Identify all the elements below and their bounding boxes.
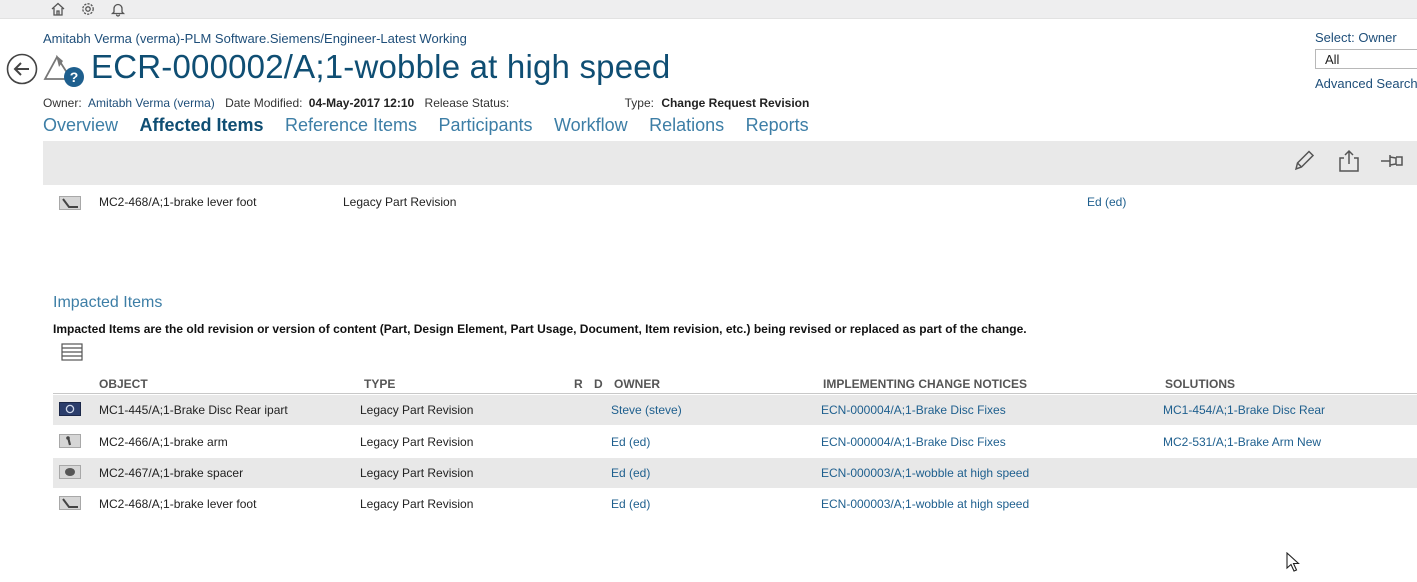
pin-icon[interactable] [1380,149,1406,173]
row-notice[interactable]: ECN-000003/A;1-wobble at high speed [821,466,1029,480]
home-icon[interactable] [50,1,66,17]
type-label: Type: [624,96,654,110]
affected-object[interactable]: MC2-468/A;1-brake lever foot [99,195,256,209]
gear-icon[interactable] [80,1,96,17]
col-solutions[interactable]: SOLUTIONS [1165,377,1235,391]
row-notice[interactable]: ECN-000003/A;1-wobble at high speed [821,497,1029,511]
affected-item-row[interactable]: MC2-468/A;1-brake lever foot Legacy Part… [59,195,1417,213]
svg-text:?: ? [70,69,79,85]
row-solution[interactable]: MC2-531/A;1-Brake Arm New [1163,435,1321,449]
row-owner[interactable]: Steve (steve) [611,403,682,417]
impacted-items-title: Impacted Items [53,294,163,311]
tab-bar: Overview Affected Items Reference Items … [43,115,826,136]
lever-icon [59,496,81,513]
table-row[interactable]: MC2-467/A;1-brake spacer Legacy Part Rev… [53,458,1417,488]
affected-owner[interactable]: Ed (ed) [1087,195,1126,209]
row-object[interactable]: MC2-467/A;1-brake spacer [99,466,243,480]
row-owner[interactable]: Ed (ed) [611,435,650,449]
tab-affected-items[interactable]: Affected Items [139,115,263,136]
back-arrow-icon [6,53,38,85]
row-solution[interactable]: MC1-454/A;1-Brake Disc Rear [1163,403,1325,417]
tab-relations[interactable]: Relations [649,115,724,136]
tab-workflow[interactable]: Workflow [554,115,628,136]
context-breadcrumb[interactable]: Amitabh Verma (verma)-PLM Software.Sieme… [43,31,467,46]
list-view-icon[interactable] [61,343,83,361]
change-request-icon: ? [43,49,87,89]
row-type: Legacy Part Revision [360,403,474,417]
spacer-icon [59,465,81,482]
owner-label: Owner: [43,96,82,110]
edit-icon[interactable] [1291,149,1317,173]
row-owner[interactable]: Ed (ed) [611,466,650,480]
tab-overview[interactable]: Overview [43,115,118,136]
table-row[interactable]: MC2-466/A;1-brake arm Legacy Part Revisi… [53,427,1417,457]
col-r[interactable]: R [574,377,583,391]
date-modified-label: Date Modified: [225,96,303,110]
bell-icon[interactable] [110,1,126,17]
owner-select[interactable]: All [1315,49,1417,69]
table-header: OBJECT TYPE R D OWNER IMPLEMENTING CHANG… [53,376,1417,394]
col-notices[interactable]: IMPLEMENTING CHANGE NOTICES [823,377,1027,391]
owner-link[interactable]: Amitabh Verma (verma) [88,96,215,110]
page-title: ECR-000002/A;1-wobble at high speed [91,48,671,85]
row-owner[interactable]: Ed (ed) [611,497,650,511]
tab-reports[interactable]: Reports [746,115,809,136]
row-object[interactable]: MC2-468/A;1-brake lever foot [99,497,256,511]
tab-reference-items[interactable]: Reference Items [285,115,417,136]
impacted-items-description: Impacted Items are the old revision or v… [53,322,1027,336]
affected-type: Legacy Part Revision [343,195,457,209]
advanced-search-link[interactable]: Advanced Search [1315,76,1417,91]
row-type: Legacy Part Revision [360,497,474,511]
col-d[interactable]: D [594,377,603,391]
command-toolbar [43,141,1417,185]
col-object[interactable]: OBJECT [99,377,148,391]
row-type: Legacy Part Revision [360,466,474,480]
release-status-label: Release Status: [424,96,510,110]
row-object[interactable]: MC2-466/A;1-brake arm [99,435,228,449]
row-notice[interactable]: ECN-000004/A;1-Brake Disc Fixes [821,403,1006,417]
share-icon[interactable] [1336,149,1362,173]
back-button[interactable] [6,53,38,85]
date-modified-value: 04-May-2017 12:10 [308,96,415,110]
type-value: Change Request Revision [661,96,810,110]
tab-participants[interactable]: Participants [438,115,532,136]
row-type: Legacy Part Revision [360,435,474,449]
lever-icon [59,196,81,213]
select-owner-label: Select: Owner [1315,30,1397,45]
row-notice[interactable]: ECN-000004/A;1-Brake Disc Fixes [821,435,1006,449]
mouse-cursor-icon [1286,552,1300,572]
disc-icon [59,402,81,419]
arm-icon [59,434,81,451]
col-type[interactable]: TYPE [364,377,395,391]
table-row[interactable]: MC1-445/A;1-Brake Disc Rear ipart Legacy… [53,395,1417,425]
col-owner[interactable]: OWNER [614,377,660,391]
top-bar [0,0,1417,19]
row-object[interactable]: MC1-445/A;1-Brake Disc Rear ipart [99,403,288,417]
properties-line: Owner: Amitabh Verma (verma) Date Modifi… [43,96,809,110]
table-row[interactable]: MC2-468/A;1-brake lever foot Legacy Part… [53,489,1417,519]
